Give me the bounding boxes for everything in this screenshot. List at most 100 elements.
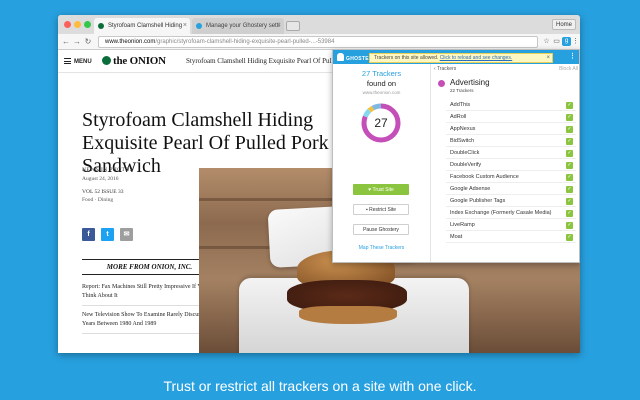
allow-checkbox-icon[interactable]: ✓ [566,210,573,217]
tracker-name: AdRoll [450,114,467,120]
tracker-count[interactable]: 27 Trackers [333,69,430,78]
list-item[interactable]: New Television Show To Examine Rarely Di… [82,311,217,334]
tracker-row[interactable]: AppNexus ✓ [446,124,576,135]
category-count: 22 Trackers [450,88,474,93]
tracker-row[interactable]: Index Exchange (Formerly Casale Media) ✓ [446,208,576,219]
tracker-name: LiveRamp [450,222,475,228]
donut-number: 27 [374,116,388,130]
tracker-name: AddThis [450,102,471,108]
ghostery-extension-icon[interactable]: g [562,37,571,46]
restrict-site-button[interactable]: ▪ Restrict Site [353,204,409,215]
allow-checkbox-icon[interactable]: ✓ [566,102,573,109]
browser-toolbar: ← → ↻ www.theonion.com/graphic/styrofoam… [58,34,580,50]
tab-bar: Styrofoam Clamshell Hiding × Manage your… [58,15,580,34]
onion-favicon-icon [98,23,104,29]
tracker-row[interactable]: Google Publisher Tags ✓ [446,196,576,207]
trust-site-label: Trust Site [372,187,394,193]
facebook-share-icon[interactable]: f [82,228,95,241]
cast-icon[interactable]: ▭ [552,37,561,46]
article-section[interactable]: Food · Dining [82,197,113,203]
email-share-icon[interactable]: ✉ [120,228,133,241]
tracker-row[interactable]: BidSwitch ✓ [446,136,576,147]
tracker-name: DoubleClick [450,150,480,156]
allow-checkbox-icon[interactable]: ✓ [566,138,573,145]
reload-notice: Trackers on this site allowed. Click to … [369,53,553,63]
map-trackers-link[interactable]: Map These Trackers [333,245,430,251]
new-tab-button[interactable] [286,21,300,31]
more-from-heading: MORE FROM ONION, INC. [82,259,217,275]
tracker-row[interactable]: LiveRamp ✓ [446,220,576,231]
tracker-name: Google Publisher Tags [450,198,506,204]
minimize-window-button[interactable] [74,21,81,28]
reload-link[interactable]: Click to reload and see changes. [440,55,513,61]
twitter-share-icon[interactable]: t [101,228,114,241]
popup-menu-icon[interactable]: ⋮ [569,52,576,60]
tracker-name: BidSwitch [450,138,475,144]
maximize-window-button[interactable] [84,21,91,28]
back-label: Trackers [436,66,457,72]
menu-button[interactable]: MENU [64,56,92,68]
browser-window: Styrofoam Clamshell Hiding × Manage your… [58,15,580,353]
restrict-site-label: Restrict Site [369,207,397,213]
tracker-row[interactable]: AddThis ✓ [446,100,576,111]
allow-checkbox-icon[interactable]: ✓ [566,198,573,205]
tracker-name: Facebook Custom Audience [450,174,519,180]
tracker-row[interactable]: Google Adsense ✓ [446,184,576,195]
profile-button[interactable]: Home [551,19,576,30]
summary-panel: 27 Trackers found on www.theonion.com 27… [333,64,431,262]
back-to-trackers-link[interactable]: ‹ Trackers [434,66,456,72]
forward-arrow-icon[interactable]: → [72,36,82,48]
ghostery-favicon-icon [196,23,202,29]
promo-caption: Trust or restrict all trackers on a site… [163,378,477,394]
article-kicker[interactable]: NEWS IN PHOTOS [82,167,133,173]
logo-text: the ONION [113,55,166,67]
tracker-row[interactable]: AdRoll ✓ [446,112,576,123]
allow-checkbox-icon[interactable]: ✓ [566,174,573,181]
tab-onion-article[interactable]: Styrofoam Clamshell Hiding × [94,18,190,34]
photo-bun-bottom [299,306,397,324]
trust-site-button[interactable]: ♥ Trust Site [353,184,409,195]
allow-checkbox-icon[interactable]: ✓ [566,234,573,241]
close-notice-icon[interactable]: × [546,54,550,62]
address-path: /graphic/styrofoam-clamshell-hiding-exqu… [155,39,335,45]
popup-header: GHOSTERY Trackers on this site allowed. … [333,50,579,64]
menu-label: MENU [74,59,92,65]
article-issue: VOL 52 ISSUE 33 [82,189,124,195]
onion-logo-icon [102,56,111,65]
tracker-row[interactable]: DoubleVerify ✓ [446,160,576,171]
close-tab-icon[interactable]: × [277,18,281,34]
category-name: Advertising [450,78,490,87]
hamburger-icon [64,58,71,64]
reload-icon[interactable]: ↻ [83,36,93,48]
address-bar[interactable]: www.theonion.com/graphic/styrofoam-clams… [98,36,538,48]
notice-text: Trackers on this site allowed. [374,55,439,61]
onion-logo[interactable]: the ONION [102,55,166,67]
list-item[interactable]: Report: Fax Machines Still Pretty Impres… [82,283,217,306]
tracker-name: Moat [450,234,463,240]
pause-ghostery-button[interactable]: Pause Ghostery [353,224,409,235]
close-tab-icon[interactable]: × [183,18,187,34]
article-date: August 24, 2016 [82,176,119,182]
allow-checkbox-icon[interactable]: ✓ [566,150,573,157]
tracker-row[interactable]: Facebook Custom Audience ✓ [446,172,576,183]
header-headline: Styrofoam Clamshell Hiding Exquisite Pea… [186,57,355,65]
found-on-label: found on [366,79,397,88]
allow-checkbox-icon[interactable]: ✓ [566,162,573,169]
address-host: www.theonion.com [105,39,156,45]
back-arrow-icon[interactable]: ← [61,36,71,48]
bookmark-star-icon[interactable]: ☆ [542,37,551,46]
tracker-row[interactable]: Moat ✓ [446,232,576,243]
close-window-button[interactable] [64,21,71,28]
ghost-icon [337,53,344,61]
allow-checkbox-icon[interactable]: ✓ [566,126,573,133]
allow-checkbox-icon[interactable]: ✓ [566,222,573,229]
chrome-menu-icon[interactable]: ⋮ [571,37,580,46]
tracker-name: AppNexus [450,126,476,132]
tracker-list-panel: ‹ Trackers Block All Advertising 22 Trac… [432,64,580,262]
tracker-name: Index Exchange (Formerly Casale Media) [450,210,552,216]
allow-checkbox-icon[interactable]: ✓ [566,186,573,193]
allow-checkbox-icon[interactable]: ✓ [566,114,573,121]
block-all-button[interactable]: Block All [559,66,578,72]
tab-ghostery-settings[interactable]: Manage your Ghostery setti × [192,18,284,34]
tracker-row[interactable]: DoubleClick ✓ [446,148,576,159]
